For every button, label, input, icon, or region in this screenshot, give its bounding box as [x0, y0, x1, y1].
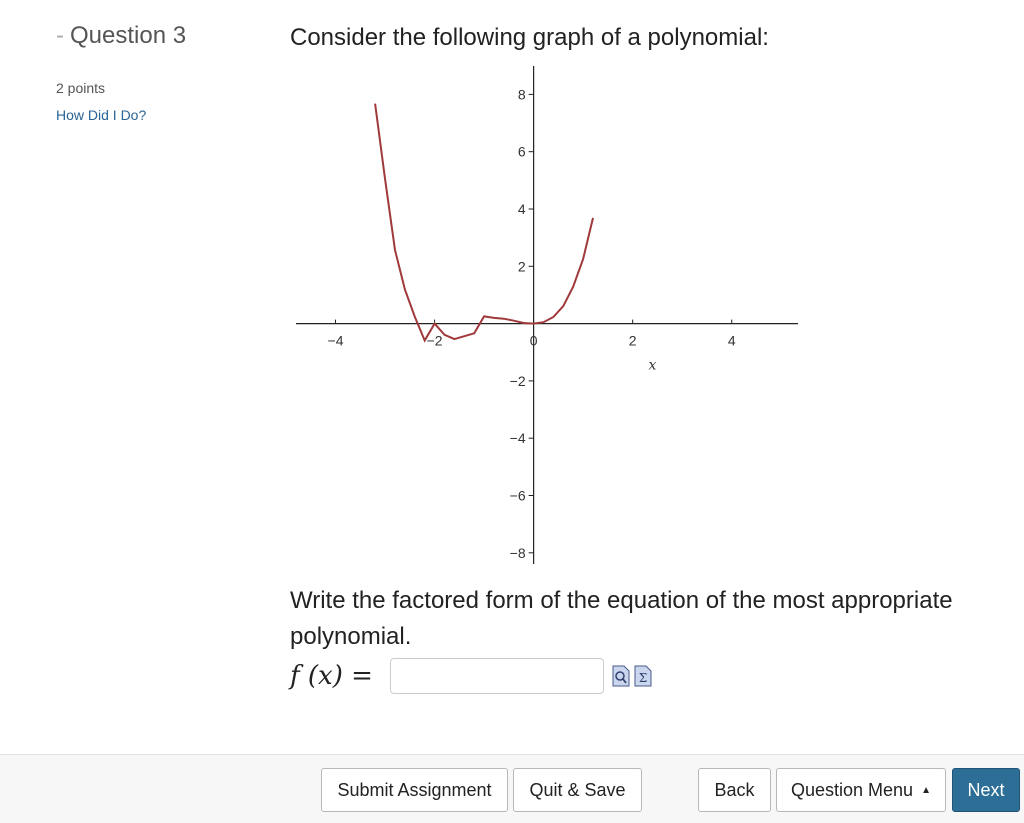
quit-save-button[interactable]: Quit & Save	[513, 768, 642, 812]
svg-text:Σ: Σ	[639, 671, 647, 685]
x-axis-label: x	[649, 358, 657, 374]
y-tick-label: −4	[510, 430, 526, 446]
y-tick-label: 6	[518, 144, 526, 160]
x-tick-label: 0	[530, 333, 538, 349]
answer-row: f (x) = Σ	[290, 656, 652, 696]
points-label: 2 points	[56, 80, 106, 96]
y-tick-label: −8	[510, 545, 526, 561]
question-title: Question 3	[70, 22, 187, 49]
collapse-dash[interactable]: -	[56, 22, 64, 49]
question-instructions: Write the factored form of the equation …	[290, 587, 953, 650]
question-menu-label: Question Menu	[791, 779, 914, 800]
question-prompt: Consider the following graph of a polyno…	[290, 24, 769, 51]
how-did-i-do-link[interactable]: How Did I Do?	[56, 107, 146, 123]
math-palette-icon[interactable]: Σ	[634, 665, 652, 687]
back-button[interactable]: Back	[698, 768, 771, 812]
question-menu-button[interactable]: Question Menu ▲	[776, 768, 946, 812]
function-label: f (x) =	[290, 661, 373, 691]
footer-bar: Submit Assignment Quit & Save Back Quest…	[0, 754, 1024, 823]
polynomial-curve	[374, 103, 594, 343]
x-tick-label: 2	[629, 333, 637, 349]
y-tick-label: 8	[518, 86, 526, 102]
y-tick-label: 2	[518, 258, 526, 274]
submit-assignment-button[interactable]: Submit Assignment	[321, 768, 508, 812]
next-button[interactable]: Next	[952, 768, 1020, 812]
polynomial-graph: −4 −2 0 2 4−8−6−4−22468x	[296, 66, 798, 564]
preview-icon[interactable]	[612, 665, 630, 687]
question-header: - Question 3	[56, 22, 186, 50]
y-tick-label: −6	[510, 488, 526, 504]
x-tick-label: 4	[728, 333, 736, 349]
answer-input[interactable]	[390, 658, 604, 694]
caret-up-icon: ▲	[921, 784, 931, 796]
x-tick-label: −4	[328, 333, 344, 349]
y-tick-label: −2	[510, 373, 526, 389]
y-tick-label: 4	[518, 201, 526, 217]
